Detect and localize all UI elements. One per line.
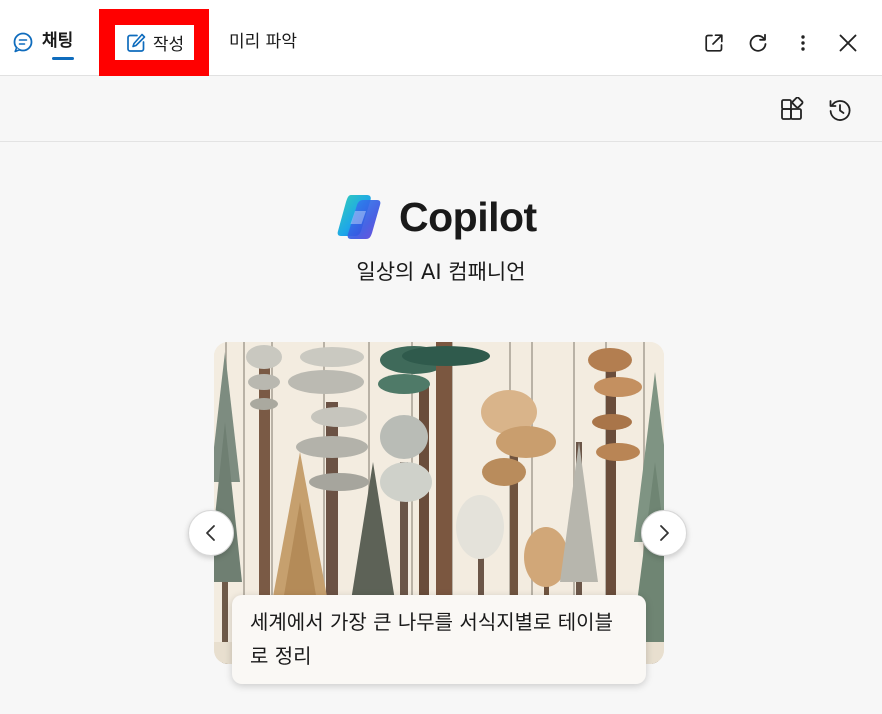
tab-chat-label: 채팅 bbox=[42, 31, 74, 51]
open-in-new-window-button[interactable] bbox=[699, 28, 729, 58]
close-button[interactable] bbox=[833, 28, 863, 58]
chat-bubble-icon bbox=[12, 28, 34, 54]
refresh-button[interactable] bbox=[743, 28, 773, 58]
history-button[interactable] bbox=[825, 95, 855, 125]
copilot-brand: Copilot bbox=[333, 190, 537, 244]
open-in-new-window-icon bbox=[703, 32, 725, 54]
carousel-prev-button[interactable] bbox=[188, 510, 234, 556]
brand-name: Copilot bbox=[399, 193, 537, 240]
history-icon bbox=[827, 97, 853, 123]
tab-compose[interactable]: 작성 bbox=[115, 25, 194, 60]
carousel-next-button[interactable] bbox=[641, 510, 687, 556]
tab-insight[interactable]: 미리 파악 bbox=[229, 28, 297, 56]
sub-toolbar bbox=[0, 76, 882, 142]
close-icon bbox=[837, 32, 859, 54]
compose-edit-icon bbox=[125, 32, 147, 54]
plugins-button[interactable] bbox=[777, 95, 807, 125]
chevron-right-icon bbox=[655, 524, 673, 542]
more-vertical-icon bbox=[792, 32, 814, 54]
tab-active-indicator bbox=[52, 57, 74, 60]
carousel-caption[interactable]: 세계에서 가장 큰 나무를 서식지별로 테이블로 정리 bbox=[232, 595, 646, 684]
plugins-icon bbox=[779, 96, 805, 123]
more-options-button[interactable] bbox=[788, 28, 818, 58]
tab-compose-label: 작성 bbox=[152, 35, 185, 55]
tab-bar: 채팅 작성 미리 파악 bbox=[0, 0, 882, 76]
brand-tagline: 일상의 AI 컴패니언 bbox=[356, 260, 526, 284]
copilot-logo-icon bbox=[333, 191, 385, 243]
tab-chat[interactable]: 채팅 bbox=[12, 28, 74, 60]
refresh-icon bbox=[747, 32, 769, 54]
chevron-left-icon bbox=[202, 524, 220, 542]
